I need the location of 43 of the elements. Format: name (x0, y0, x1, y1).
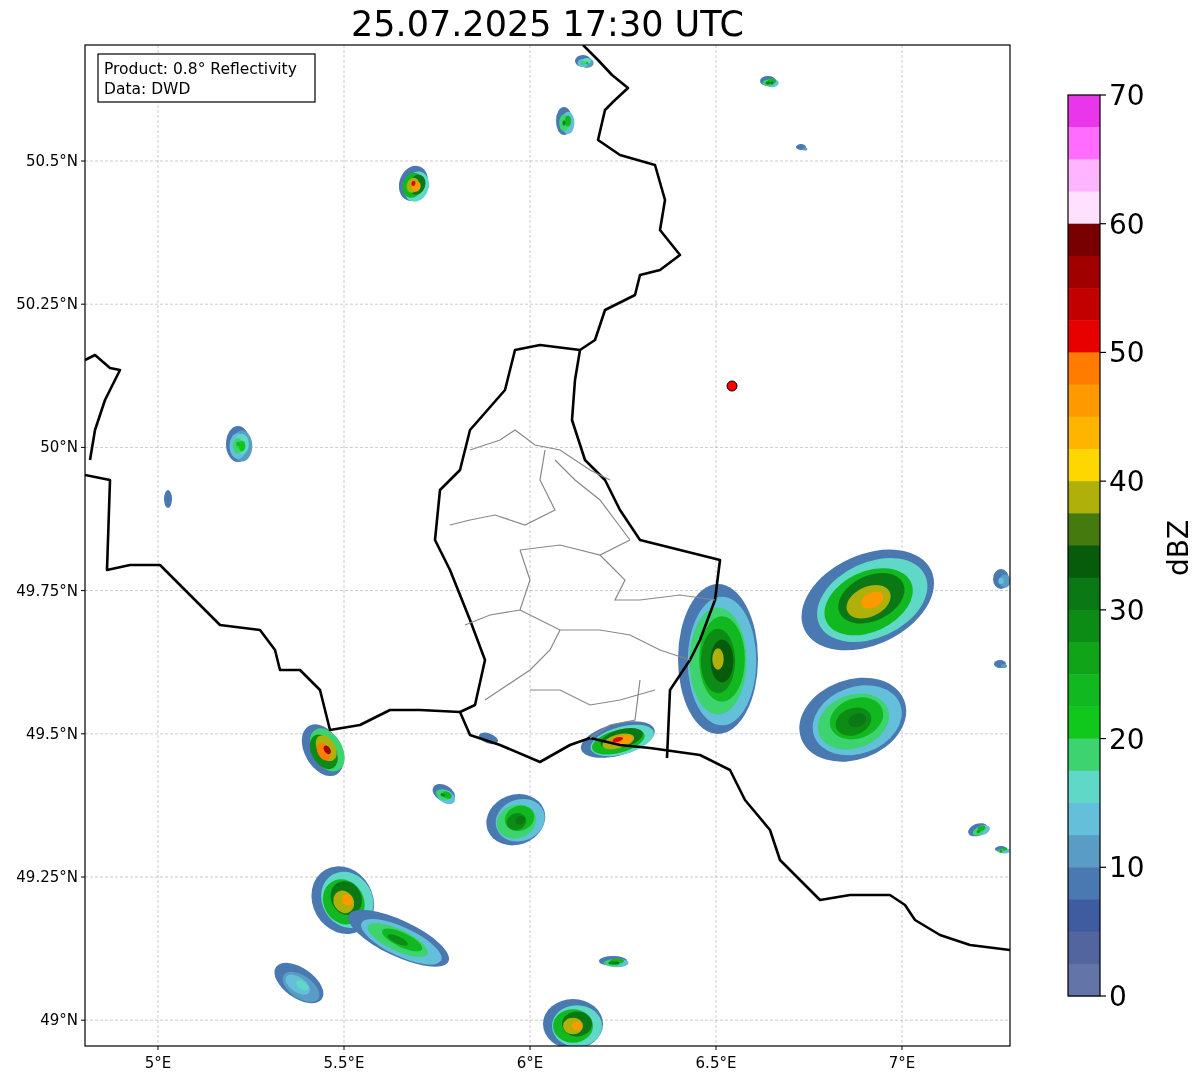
axis-tick-label: 49.5°N (25, 724, 78, 743)
colorbar-tick-label: 10 (1109, 851, 1145, 885)
radar-site-marker (726, 380, 738, 392)
colorbar-tick-label: 40 (1109, 465, 1145, 499)
radar-echo (796, 144, 808, 151)
axis-tick-label: 5°E (144, 1054, 172, 1072)
radar-echo (398, 165, 429, 202)
axis-tick-label: 5.5°E (323, 1054, 365, 1072)
radar-echo (432, 784, 456, 805)
radar-echo (164, 490, 172, 508)
colorbar-label: dBZ (1162, 519, 1195, 577)
axis-tick-label: 49°N (40, 1011, 78, 1030)
radar-echo (226, 426, 253, 462)
radar-echo (995, 846, 1010, 854)
radar-echo (486, 794, 546, 846)
radar-echo (575, 55, 594, 68)
axis-tick-label: 7°E (888, 1054, 916, 1072)
axis-tick-label: 6.5°E (695, 1054, 737, 1072)
radar-echo (993, 569, 1010, 589)
colorbar-tick-label: 0 (1109, 980, 1127, 1013)
radar-echo (760, 76, 779, 88)
axis-tick-label: 49.75°N (16, 581, 78, 600)
radar-echo (556, 107, 575, 135)
annotation-text: Data: DWD (104, 80, 191, 98)
axis-tick-label: 50°N (40, 438, 78, 457)
axis-tick-label: 50.5°N (25, 152, 78, 170)
radar-echo (301, 724, 345, 776)
radar-echo (968, 823, 990, 837)
radar-echo (478, 732, 498, 745)
axis-tick-label: 49.25°N (16, 868, 78, 886)
colorbar-tick-label: 70 (1109, 79, 1145, 112)
chart-title: 25.07.2025 17:30 UTC (350, 4, 745, 44)
colorbar-tick-label: 60 (1109, 207, 1145, 241)
radar-echo (274, 962, 324, 1004)
colorbar-tick-label: 50 (1109, 336, 1145, 370)
axis-tick-label: 6°E (516, 1054, 544, 1072)
annotation-text: Product: 0.8° Reflectivity (104, 60, 297, 78)
axis-tick-label: 50.25°N (16, 295, 78, 314)
radar-echo (994, 660, 1007, 668)
colorbar-tick-label: 30 (1109, 593, 1145, 627)
colorbar-tick-label: 20 (1109, 722, 1145, 756)
radar-echo (599, 956, 629, 968)
radar-echo (543, 999, 603, 1046)
